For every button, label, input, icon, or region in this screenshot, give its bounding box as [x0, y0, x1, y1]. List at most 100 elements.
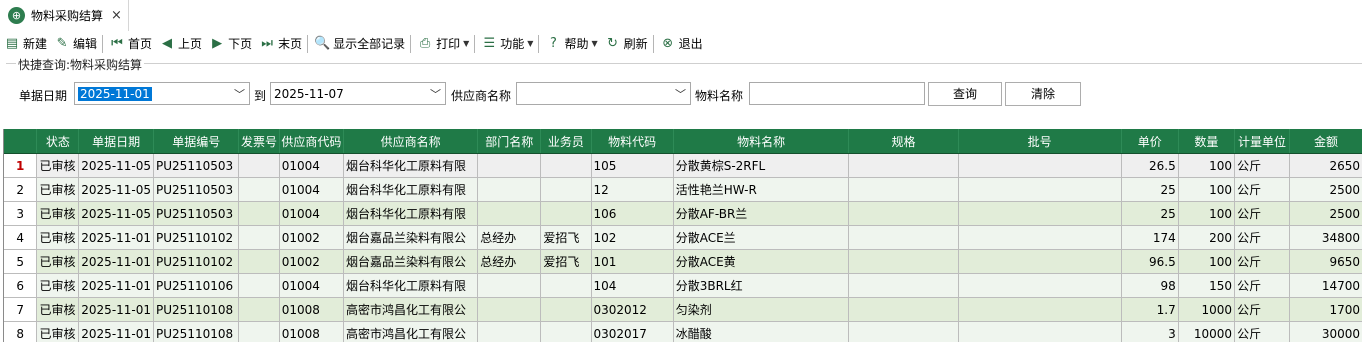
table-cell[interactable]: [958, 153, 1122, 178]
column-header[interactable]: 部门名称: [477, 129, 542, 154]
table-cell[interactable]: 匀染剂: [673, 297, 850, 322]
table-row[interactable]: 3 已审核 2025-11-05 PU25110503 01004 烟台科华化工原料有限 1…: [4, 201, 1362, 226]
table-cell[interactable]: [477, 297, 542, 322]
table-cell[interactable]: 烟台科华化工原料有限: [343, 177, 479, 202]
table-cell[interactable]: 公斤: [1234, 297, 1290, 322]
table-cell[interactable]: 公斤: [1234, 225, 1290, 250]
table-cell[interactable]: 30000: [1289, 321, 1362, 342]
exit-button[interactable]: ⊗ 退出: [656, 33, 706, 54]
chevron-down-icon[interactable]: ﹀: [675, 86, 686, 102]
table-cell[interactable]: [848, 321, 959, 342]
table-row[interactable]: 6 已审核 2025-11-01 PU25110106 01004 烟台科华化工原料有限 1…: [4, 273, 1362, 298]
table-cell[interactable]: 活性艳兰HW-R: [673, 177, 850, 202]
column-header[interactable]: 物料代码: [591, 129, 674, 154]
next-page-button[interactable]: ▶ 下页: [205, 33, 255, 54]
table-cell[interactable]: 200: [1178, 225, 1236, 250]
show-all-button[interactable]: 🔍 显示全部记录: [310, 33, 408, 54]
table-cell[interactable]: [958, 249, 1122, 274]
print-button[interactable]: ⎙ 打印 ▼: [413, 33, 472, 54]
table-cell[interactable]: 烟台科华化工原料有限: [343, 201, 479, 226]
table-cell[interactable]: 104: [591, 273, 674, 298]
search-button[interactable]: 查询: [928, 82, 1002, 106]
table-cell[interactable]: PU25110503: [153, 201, 240, 226]
table-cell[interactable]: 3: [1121, 321, 1179, 342]
table-cell[interactable]: [477, 321, 542, 342]
table-cell[interactable]: [540, 273, 592, 298]
supplier-name-combo[interactable]: ﹀: [516, 82, 691, 105]
table-cell[interactable]: [848, 273, 959, 298]
table-cell[interactable]: [477, 153, 542, 178]
column-header[interactable]: 业务员: [540, 129, 592, 154]
table-cell[interactable]: [540, 177, 592, 202]
table-cell[interactable]: [540, 321, 592, 342]
table-cell[interactable]: [848, 225, 959, 250]
function-button[interactable]: ☰ 功能 ▼: [477, 33, 536, 54]
column-header[interactable]: 供应商名称: [343, 129, 479, 154]
table-cell[interactable]: [958, 321, 1122, 342]
table-cell[interactable]: [848, 297, 959, 322]
table-cell[interactable]: [958, 177, 1122, 202]
table-cell[interactable]: 100: [1178, 153, 1236, 178]
table-cell[interactable]: 分散ACE兰: [673, 225, 850, 250]
column-header[interactable]: 单据日期: [78, 129, 155, 154]
table-cell[interactable]: [848, 177, 959, 202]
close-icon[interactable]: ×: [111, 8, 122, 23]
column-header[interactable]: 物料名称: [673, 129, 850, 154]
table-cell[interactable]: 爱招飞: [540, 249, 592, 274]
table-cell[interactable]: 2025-11-01: [78, 273, 155, 298]
table-cell[interactable]: [958, 297, 1122, 322]
refresh-button[interactable]: ↻ 刷新: [601, 33, 651, 54]
chevron-down-icon[interactable]: ﹀: [234, 86, 245, 102]
table-cell[interactable]: 烟台科华化工原料有限: [343, 273, 479, 298]
table-cell[interactable]: 总经办: [477, 225, 542, 250]
table-cell[interactable]: 100: [1178, 177, 1236, 202]
table-cell[interactable]: [238, 153, 280, 178]
table-cell[interactable]: 105: [591, 153, 674, 178]
table-cell[interactable]: [238, 225, 280, 250]
table-cell[interactable]: [238, 201, 280, 226]
column-header[interactable]: 单据编号: [153, 129, 240, 154]
table-cell[interactable]: 14700: [1289, 273, 1362, 298]
table-cell[interactable]: 01008: [279, 297, 345, 322]
table-cell[interactable]: 2025-11-01: [78, 249, 155, 274]
table-cell[interactable]: 已审核: [36, 153, 80, 178]
column-header[interactable]: 单价: [1121, 129, 1179, 154]
table-cell[interactable]: 101: [591, 249, 674, 274]
table-cell[interactable]: 2025-11-05: [78, 177, 155, 202]
column-header[interactable]: 金额: [1289, 129, 1362, 154]
row-number[interactable]: 2: [4, 177, 38, 202]
chevron-down-icon[interactable]: ﹀: [430, 86, 441, 102]
clear-button[interactable]: 清除: [1005, 82, 1081, 106]
prev-page-button[interactable]: ◀ 上页: [155, 33, 205, 54]
table-cell[interactable]: [540, 153, 592, 178]
table-cell[interactable]: 分散ACE黄: [673, 249, 850, 274]
table-cell[interactable]: 高密市鸿昌化工有限公: [343, 321, 479, 342]
table-cell[interactable]: [848, 249, 959, 274]
table-row[interactable]: 8 已审核 2025-11-01 PU25110108 01008 高密市鸿昌化工有限公 0…: [4, 321, 1362, 342]
table-cell[interactable]: 分散3BRL红: [673, 273, 850, 298]
table-cell[interactable]: PU25110102: [153, 225, 240, 250]
date-from-picker[interactable]: 2025-11-01 ﹀: [74, 82, 250, 105]
table-cell[interactable]: [848, 201, 959, 226]
table-cell[interactable]: 01008: [279, 321, 345, 342]
column-header[interactable]: 计量单位: [1234, 129, 1290, 154]
table-cell[interactable]: 01004: [279, 273, 345, 298]
table-cell[interactable]: 01004: [279, 153, 345, 178]
help-button[interactable]: ? 帮助 ▼: [541, 33, 600, 54]
table-cell[interactable]: 174: [1121, 225, 1179, 250]
table-cell[interactable]: 已审核: [36, 321, 80, 342]
table-cell[interactable]: 公斤: [1234, 201, 1290, 226]
table-cell[interactable]: [958, 225, 1122, 250]
table-cell[interactable]: 01002: [279, 225, 345, 250]
table-cell[interactable]: 公斤: [1234, 177, 1290, 202]
table-cell[interactable]: 9650: [1289, 249, 1362, 274]
date-to-picker[interactable]: 2025-11-07 ﹀: [270, 82, 446, 105]
table-cell[interactable]: 1700: [1289, 297, 1362, 322]
table-cell[interactable]: [238, 177, 280, 202]
table-cell[interactable]: [238, 297, 280, 322]
table-cell[interactable]: 2025-11-01: [78, 297, 155, 322]
table-cell[interactable]: 已审核: [36, 225, 80, 250]
table-cell[interactable]: 100: [1178, 201, 1236, 226]
table-cell[interactable]: 1.7: [1121, 297, 1179, 322]
column-header[interactable]: 供应商代码: [279, 129, 345, 154]
